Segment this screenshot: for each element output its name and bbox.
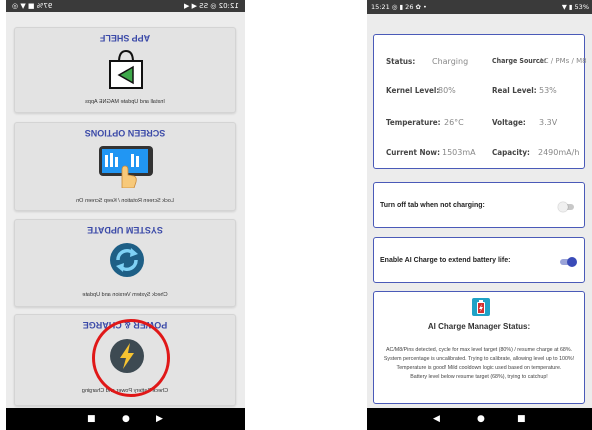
navigation-bar: ■ ● ▶ (6, 408, 245, 430)
toggle-knob (558, 202, 568, 212)
temperature-value: 26°C (444, 118, 464, 127)
card-description: Check System Version and Update (82, 292, 168, 298)
home-button[interactable]: ● (477, 414, 485, 424)
ai-status-panel: AI Charge Manager Status: AC/M8/Pins det… (373, 291, 585, 404)
card-title: APP SHELF (99, 33, 151, 43)
temperature-label: Temperature: (386, 118, 441, 127)
ai-charge-row[interactable]: Enable AI Charge to extend battery life: (373, 237, 585, 283)
status-label: Status: (386, 57, 416, 66)
status-bar: 15:21 ◎ ▮ 26 ✿ • ▼ ▮ 53% (367, 0, 592, 14)
status-bar: 97% ■ ▼ ◎ 12:02 ◎ SS ◀ ◀ (6, 0, 245, 12)
ai-status-line: Battery level below resume target (68%),… (410, 374, 548, 380)
highlight-circle (92, 319, 170, 397)
status-left-text: 15:21 ◎ ▮ 26 ✿ • (371, 3, 427, 11)
back-button[interactable]: ◀ (433, 414, 440, 424)
system-update-card[interactable]: SYSTEM UPDATE Check System Version and U… (14, 219, 236, 307)
charge-source-value: AC / PMs / M8 (539, 57, 587, 65)
turn-off-tab-toggle[interactable] (558, 202, 574, 212)
kernel-level-label: Kernel Level: (386, 86, 440, 95)
kernel-level-value: 80% (438, 86, 456, 95)
card-title: SCREEN OPTIONS (84, 128, 166, 138)
refresh-icon (110, 243, 144, 277)
status-left-text: 97% ■ ▼ ◎ (12, 2, 53, 10)
battery-charging-icon (472, 298, 490, 316)
ai-status-line: AC/M8/Pins detected, cycle for max level… (385, 347, 573, 353)
real-level-value: 53% (539, 86, 557, 95)
ai-status-line: System percentage is uncalibrated. Tryin… (383, 356, 575, 362)
left-phone-screen: 97% ■ ▼ ◎ 12:02 ◎ SS ◀ ◀ APP SHELF Insta… (6, 0, 245, 430)
card-description: Lock Screen Rotation / Keep Screen On (76, 198, 174, 204)
ai-status-title: AI Charge Manager Status: (427, 322, 531, 331)
battery-info-panel: Status: Charging Charge Source: AC / PMs… (373, 34, 587, 169)
status-right-text: ▼ ▮ 53% (561, 3, 589, 11)
shelf-bag-icon (109, 49, 143, 89)
toggle-knob (567, 257, 577, 267)
card-description: Install and Update MAGNE Apps (85, 99, 165, 105)
app-shelf-card[interactable]: APP SHELF Install and Update MAGNE Apps (14, 27, 236, 113)
status-value: Charging (432, 57, 469, 66)
ai-charge-toggle[interactable] (560, 257, 577, 267)
ai-status-line: Temperature is good! Mild cooldown logic… (396, 365, 562, 371)
tablet-touch-icon (99, 146, 153, 188)
turn-off-tab-label: Turn off tab when not charging: (380, 202, 485, 209)
card-title: SYSTEM UPDATE (87, 225, 163, 235)
right-phone-screen: 15:21 ◎ ▮ 26 ✿ • ▼ ▮ 53% Status: Chargin… (367, 0, 592, 430)
voltage-label: Voltage: (492, 118, 526, 127)
recents-button[interactable]: ■ (517, 414, 526, 424)
current-now-value: 1503mA (442, 148, 476, 157)
voltage-value: 3.3V (539, 118, 558, 127)
back-button[interactable]: ▶ (156, 414, 163, 424)
recents-button[interactable]: ■ (87, 414, 96, 424)
capacity-label: Capacity: (492, 148, 530, 157)
capacity-value: 2490mA/h (538, 148, 580, 157)
status-right-text: 12:02 ◎ SS ◀ ◀ (184, 2, 239, 10)
screen-options-card[interactable]: SCREEN OPTIONS Lock Screen Rotation / Ke… (14, 122, 236, 211)
home-button[interactable]: ● (122, 414, 130, 424)
navigation-bar: ◀ ● ■ (367, 408, 592, 430)
turn-off-tab-row[interactable]: Turn off tab when not charging: (373, 182, 585, 228)
current-now-label: Current Now: (386, 148, 440, 157)
real-level-label: Real Level: (492, 86, 537, 95)
ai-charge-label: Enable AI Charge to extend battery life: (380, 257, 511, 264)
